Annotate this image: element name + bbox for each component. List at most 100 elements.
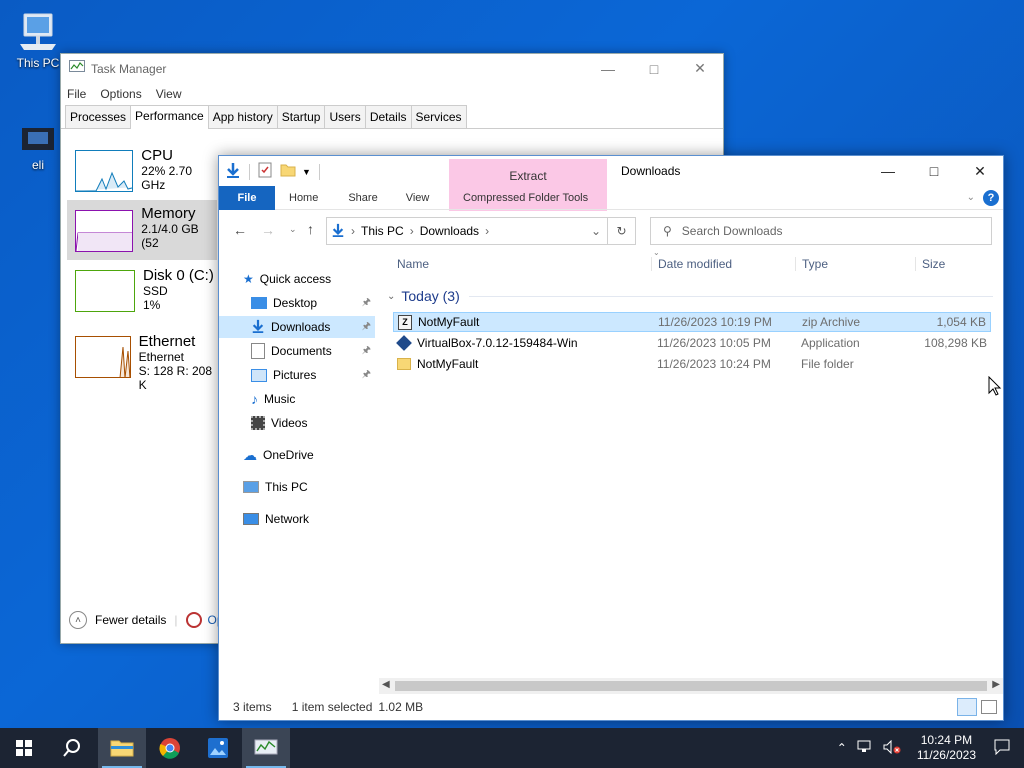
perf-item-disk[interactable]: Disk 0 (C:) SSD 1%	[67, 262, 217, 320]
back-arrow-icon[interactable]: ←	[233, 222, 247, 238]
nav-label: Downloads	[271, 320, 331, 334]
menu-view[interactable]: View	[156, 87, 182, 101]
tab-services[interactable]: Services	[410, 105, 467, 128]
tab-processes[interactable]: Processes	[65, 105, 132, 128]
perf-item-cpu[interactable]: CPU 22% 2.70 GHz	[67, 142, 217, 200]
tab-performance[interactable]: Performance	[130, 105, 209, 129]
tab-details[interactable]: Details	[364, 105, 412, 128]
up-arrow-icon[interactable]: ↑	[307, 221, 314, 237]
music-icon: ♪	[251, 391, 258, 407]
download-arrow-icon	[331, 222, 345, 241]
breadcrumb-this-pc[interactable]: This PC	[361, 224, 404, 238]
start-button[interactable]	[0, 728, 48, 768]
taskbar-task-manager[interactable]	[242, 728, 290, 768]
ribbon-tab-share[interactable]: Share	[348, 192, 377, 204]
customize-dropdown-icon[interactable]: ▼	[302, 167, 311, 177]
file-row[interactable]: NotMyFault 11/26/2023 10:24 PM File fold…	[393, 354, 991, 374]
close-button[interactable]: ✕	[957, 156, 1003, 186]
taskbar-photos[interactable]	[194, 728, 242, 768]
show-hidden-icons-icon[interactable]: ⌃	[831, 741, 853, 755]
minimize-button[interactable]: —	[865, 156, 911, 186]
column-size[interactable]: Size	[915, 257, 945, 271]
recent-locations-icon[interactable]: ⌄	[289, 224, 297, 235]
nav-videos[interactable]: Videos	[251, 412, 307, 434]
tab-startup[interactable]: Startup	[276, 105, 326, 128]
perf-name: Ethernet	[138, 333, 196, 350]
address-dropdown-icon[interactable]: ⌄	[591, 224, 601, 238]
address-bar[interactable]: › This PC › Downloads › ⌄	[326, 217, 608, 245]
volume-muted-icon[interactable]	[877, 739, 907, 757]
nav-this-pc[interactable]: This PC	[243, 476, 308, 498]
perf-name: CPU	[141, 147, 173, 164]
desktop-icon-eli[interactable]: eli	[8, 126, 68, 172]
ribbon-tab-home[interactable]: Home	[289, 192, 318, 204]
taskbar-file-explorer[interactable]	[98, 728, 146, 768]
ribbon-tab-file[interactable]: File	[219, 185, 275, 210]
details-view-icon[interactable]	[957, 698, 977, 716]
desktop-icon-this-pc[interactable]: This PC	[8, 10, 68, 70]
pin-icon: 🖈	[361, 320, 371, 332]
maximize-button[interactable]: □	[631, 54, 677, 83]
nav-quick-access[interactable]: ★ Quick access	[243, 268, 331, 290]
properties-icon[interactable]	[258, 162, 272, 181]
chevron-right-icon: ›	[351, 224, 355, 238]
title-bar[interactable]: ▼ Extract Downloads — □ ✕	[219, 156, 1003, 211]
column-date-modified[interactable]: Date modified	[651, 257, 732, 271]
nav-pictures[interactable]: Pictures 🖈	[251, 364, 375, 386]
menu-options[interactable]: Options	[100, 87, 141, 101]
refresh-button[interactable]: ↻	[608, 217, 636, 245]
file-row[interactable]: VirtualBox-7.0.12-159484-Win 11/26/2023 …	[393, 333, 991, 353]
menu-file[interactable]: File	[67, 87, 86, 101]
perf-item-ethernet[interactable]: Ethernet Ethernet S: 128 R: 208 K	[67, 328, 217, 392]
minimize-button[interactable]: —	[585, 54, 631, 83]
fewer-details-link[interactable]: Fewer details	[95, 613, 166, 627]
horizontal-scrollbar[interactable]: ◀ ▶	[379, 678, 1003, 694]
file-type: zip Archive	[802, 315, 861, 329]
column-headers: Name ⌄ Date modified Type Size	[389, 248, 995, 276]
ribbon-tab-view[interactable]: View	[406, 192, 430, 204]
scrollbar-thumb[interactable]	[395, 681, 987, 691]
maximize-button[interactable]: □	[911, 156, 957, 186]
tab-users[interactable]: Users	[324, 105, 366, 128]
close-button[interactable]: ✕	[677, 54, 723, 83]
scroll-right-icon[interactable]: ▶	[992, 679, 1000, 690]
group-header-today[interactable]: ⌄ Today (3)	[387, 288, 460, 304]
help-icon[interactable]: ?	[983, 189, 999, 206]
task-manager-icon	[254, 739, 278, 755]
breadcrumb-downloads[interactable]: Downloads	[420, 224, 479, 238]
chevron-up-icon[interactable]: ˄	[69, 611, 87, 629]
ribbon-tab-compressed-folder-tools[interactable]: Compressed Folder Tools	[463, 192, 588, 204]
file-explorer-window[interactable]: ▼ Extract Downloads — □ ✕ File Home Shar…	[218, 155, 1004, 721]
perf-item-memory[interactable]: Memory 2.1/4.0 GB (52	[67, 200, 217, 260]
folder-icon	[397, 358, 411, 370]
desktop-icon-label: This PC	[16, 56, 60, 70]
forward-arrow-icon[interactable]: →	[261, 222, 275, 238]
search-box[interactable]: ⚲ Search Downloads	[650, 217, 992, 245]
notifications-icon[interactable]	[986, 739, 1024, 758]
nav-network[interactable]: Network	[243, 508, 309, 530]
nav-documents[interactable]: Documents 🖈	[251, 340, 375, 362]
column-type[interactable]: Type	[795, 257, 828, 271]
ribbon-tabs: File Home Share View Compressed Folder T…	[219, 185, 1003, 210]
resource-monitor-icon	[185, 612, 202, 628]
column-name[interactable]: Name	[397, 257, 429, 271]
nav-label: Network	[265, 512, 310, 526]
download-arrow-icon[interactable]	[225, 162, 241, 181]
file-row[interactable]: Z NotMyFault 11/26/2023 10:19 PM zip Arc…	[393, 312, 991, 332]
search-button[interactable]	[48, 728, 96, 768]
new-folder-icon[interactable]	[280, 163, 296, 180]
large-icons-view-icon[interactable]	[981, 700, 997, 714]
taskbar-chrome[interactable]	[146, 728, 194, 768]
nav-onedrive[interactable]: ☁ OneDrive	[243, 444, 314, 466]
tab-strip: Processes Performance App history Startu…	[61, 105, 723, 129]
expand-ribbon-icon[interactable]: ⌄	[967, 192, 975, 203]
nav-downloads[interactable]: Downloads 🖈	[219, 316, 375, 338]
clock[interactable]: 10:24 PM 11/26/2023	[907, 733, 986, 763]
network-icon[interactable]	[853, 740, 877, 757]
scroll-left-icon[interactable]: ◀	[382, 679, 390, 690]
perf-detail: SSD	[143, 284, 168, 298]
search-icon: ⚲	[663, 224, 672, 238]
nav-desktop[interactable]: Desktop 🖈	[251, 292, 375, 314]
nav-music[interactable]: ♪ Music	[251, 388, 295, 410]
tab-app-history[interactable]: App history	[207, 105, 278, 128]
